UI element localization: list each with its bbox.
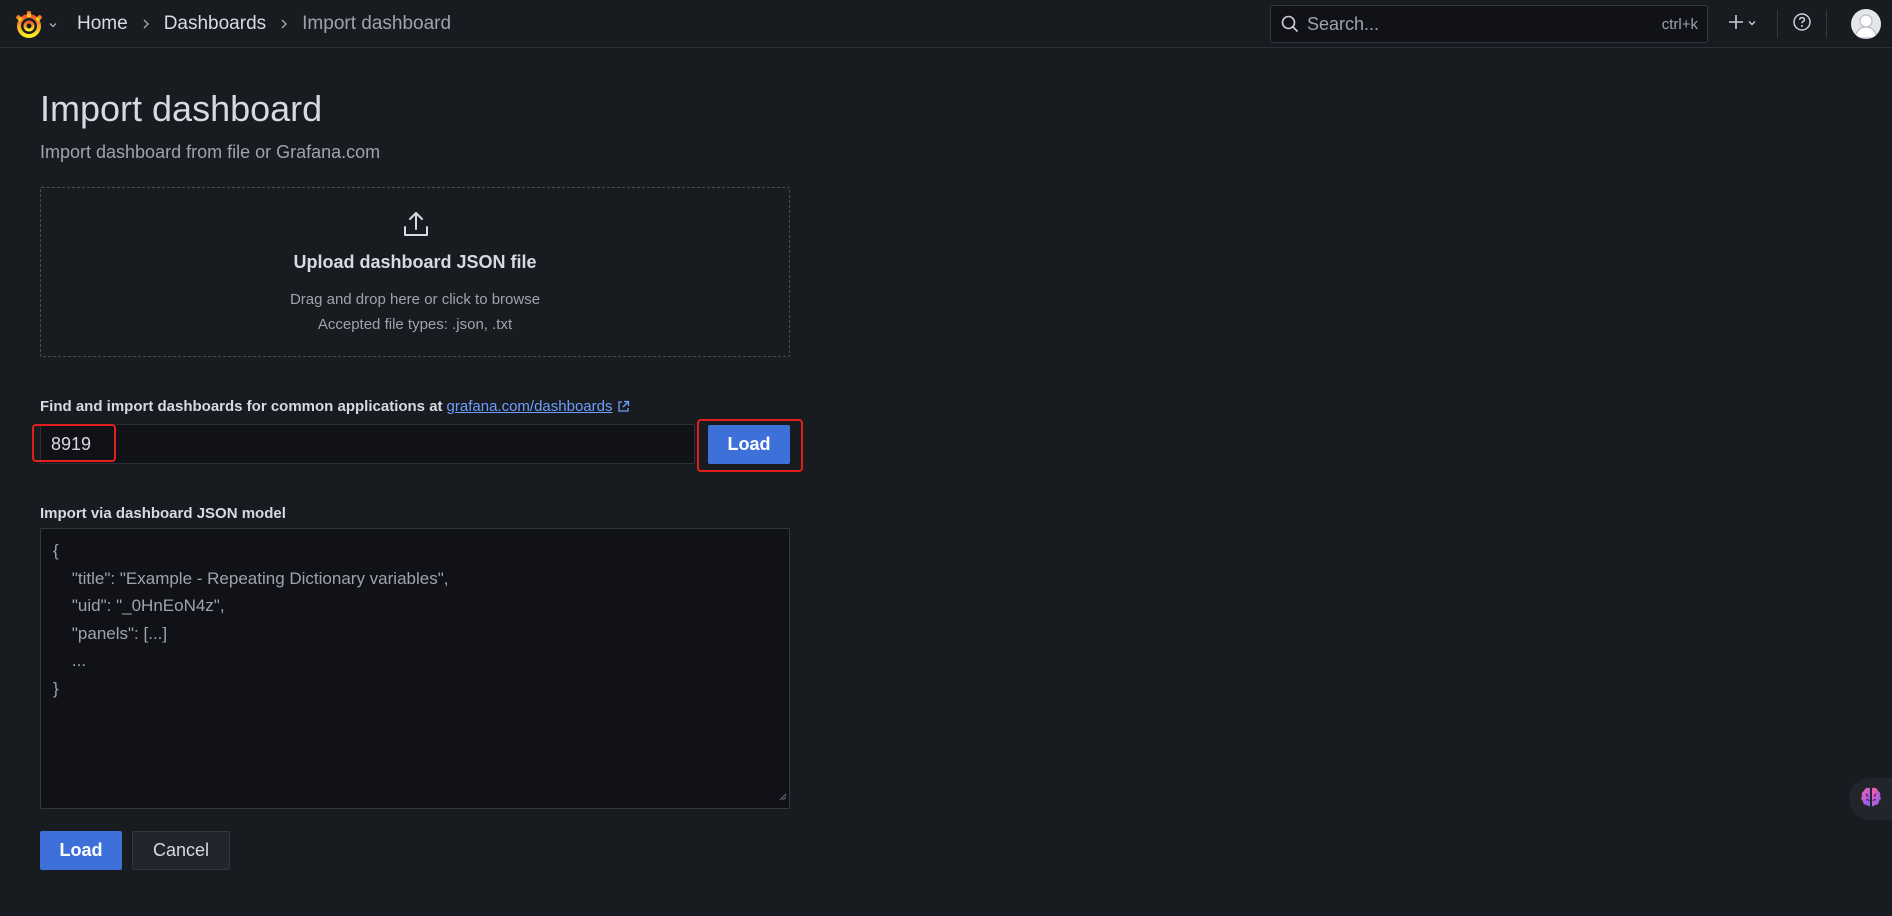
upload-title: Upload dashboard JSON file (293, 252, 537, 272)
json-model-label: Import via dashboard JSON model (40, 505, 286, 522)
assistant-widget[interactable] (1849, 778, 1892, 820)
grafana-com-label-text: Find and import dashboards for common ap… (40, 398, 443, 415)
breadcrumb-current: Import dashboard (302, 13, 452, 34)
divider (1826, 10, 1827, 38)
page-title: Import dashboard (40, 88, 323, 129)
load-id-button[interactable]: Load (708, 425, 790, 464)
upload-hint: Drag and drop here or click to browse (289, 291, 541, 308)
top-actions (1722, 0, 1841, 48)
grafana-com-label: Find and import dashboards for common ap… (40, 398, 630, 415)
external-link-icon (617, 400, 630, 413)
user-avatar[interactable] (1851, 9, 1881, 39)
load-json-button[interactable]: Load (40, 831, 122, 870)
breadcrumb-dashboards[interactable]: Dashboards (164, 13, 266, 35)
dashboard-id-input[interactable] (40, 424, 695, 464)
upload-icon (402, 210, 430, 243)
search-placeholder: Search... (1307, 13, 1380, 34)
top-navbar: Home Dashboards Import dashboard Search.… (0, 0, 1892, 48)
home-menu-button[interactable] (14, 10, 58, 40)
grafana-logo-icon (14, 10, 44, 40)
new-button[interactable] (1722, 10, 1763, 39)
help-button[interactable] (1792, 12, 1812, 37)
search-bar[interactable]: Search... ctrl+k (1270, 5, 1708, 43)
grafana-com-dashboards-link[interactable]: grafana.com/dashboards (447, 398, 613, 415)
brain-icon (1859, 785, 1883, 814)
json-model-placeholder: { "title": "Example - Repeating Dictiona… (53, 541, 449, 698)
json-model-textarea[interactable]: { "title": "Example - Repeating Dictiona… (40, 528, 790, 809)
chevron-down-icon (1747, 15, 1757, 33)
help-icon (1792, 12, 1812, 37)
search-shortcut: ctrl+k (1661, 15, 1698, 33)
upload-file-types: Accepted file types: .json, .txt (317, 316, 513, 333)
resize-grip-icon[interactable] (779, 788, 787, 806)
upload-dropzone[interactable]: Upload dashboard JSON file Drag and drop… (40, 187, 790, 357)
breadcrumb: Home Dashboards Import dashboard (77, 0, 451, 48)
breadcrumb-home[interactable]: Home (77, 13, 128, 35)
chevron-down-icon (48, 20, 58, 30)
page-subtitle: Import dashboard from file or Grafana.co… (40, 142, 381, 162)
cancel-button[interactable]: Cancel (132, 831, 230, 870)
divider (1777, 10, 1778, 38)
chevron-right-icon (141, 18, 151, 30)
chevron-right-icon (279, 18, 289, 30)
plus-icon (1728, 14, 1744, 35)
search-icon (1281, 15, 1299, 33)
